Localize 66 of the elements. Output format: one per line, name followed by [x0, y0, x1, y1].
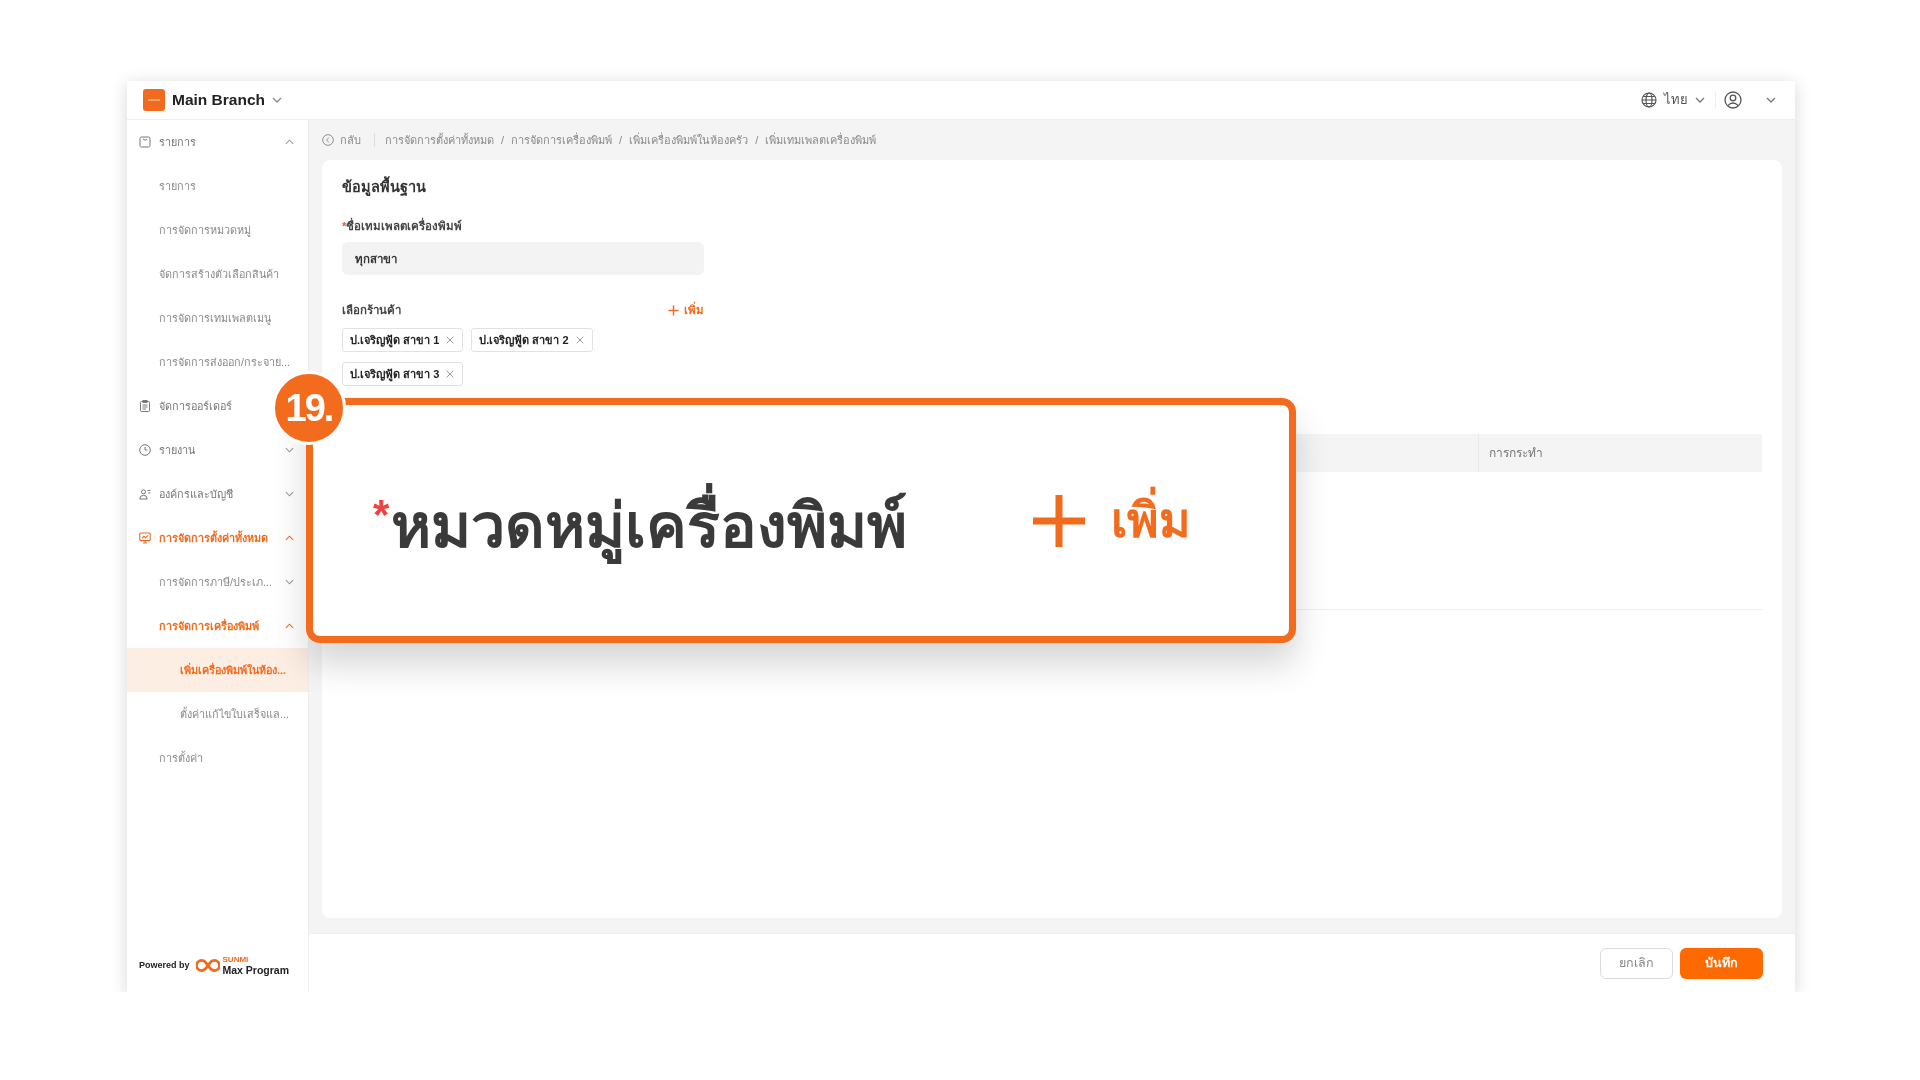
callout-label: $^{*}$หมวดหมู่เครื่องพิมพ์: [373, 472, 908, 569]
breadcrumb-link[interactable]: เพิ่มเครื่องพิมพ์ในห้องครัว: [629, 132, 749, 148]
sidebar-item[interactable]: การจัดการส่งออก/กระจาย...: [159, 354, 290, 370]
brand-logo-icon: [195, 957, 220, 973]
breadcrumb-separator: /: [755, 134, 759, 146]
tag-label: ป.เจริญฟู้ด สาขา 1: [350, 333, 440, 348]
close-icon[interactable]: [446, 370, 455, 378]
breadcrumb-separator: /: [501, 134, 505, 146]
clipboard-icon: [139, 400, 151, 412]
chevron-down-icon[interactable]: [285, 491, 294, 497]
cancel-button[interactable]: ยกเลิก: [1600, 947, 1673, 979]
back-button[interactable]: กลับ: [322, 132, 361, 148]
bag-icon: [139, 136, 151, 148]
sidebar-item[interactable]: การจัดการภาษี/ประเภ...: [159, 574, 272, 590]
input-field[interactable]: ทุกสาขา: [342, 242, 704, 275]
field-label: เลือกร้านค้า: [342, 303, 401, 318]
sidebar-item[interactable]: เพิ่มเครื่องพิมพ์ในห้อง...: [127, 648, 308, 692]
breadcrumb-link[interactable]: การจัดการเครื่องพิมพ์: [511, 132, 613, 148]
chevron-up-icon[interactable]: [285, 623, 294, 629]
sidebar-item[interactable]: การตั้งค่า: [159, 750, 203, 766]
close-icon[interactable]: [446, 336, 455, 344]
tag-label: ป.เจริญฟู้ด สาขา 3: [350, 367, 440, 382]
chevron-down-icon: [272, 97, 282, 103]
people-icon: [139, 488, 151, 500]
monitor-chart-icon: [139, 532, 151, 544]
branch-selector[interactable]: Main Branch: [172, 90, 282, 110]
chevron-down-icon[interactable]: [285, 579, 294, 585]
chevron-up-icon[interactable]: [285, 139, 294, 145]
chevron-down-icon: [1695, 97, 1705, 103]
tag-label: ป.เจริญฟู้ด สาขา 2: [479, 333, 569, 348]
sidebar-item[interactable]: จัดการออร์เดอร์: [139, 398, 232, 414]
sidebar-item[interactable]: รายการ: [139, 134, 196, 150]
sidebar-item[interactable]: การจัดการเครื่องพิมพ์: [159, 618, 259, 634]
user-menu-button[interactable]: [1724, 91, 1776, 109]
field-label: *ชื่อเทมเพลตเครื่องพิมพ์: [342, 217, 1762, 235]
brand-name: Max Program: [222, 963, 290, 976]
powered-by-text: Powered by: [139, 960, 190, 970]
brand-tag-text: SUNMI: [222, 954, 250, 964]
sidebar-item[interactable]: การจัดการตั้งค่าทั้งหมด: [139, 530, 268, 546]
sidebar-item[interactable]: การจัดการหมวดหมู่: [159, 222, 251, 238]
step-number-badge: 19.: [272, 371, 346, 445]
globe-icon: [1641, 92, 1657, 108]
language-selector[interactable]: ไทย: [1641, 91, 1705, 109]
sidebar-item[interactable]: องค์กรและบัญชี: [139, 486, 233, 502]
sidebar-item[interactable]: ตั้งค่าแก้ไขใบเสร็จแล...: [180, 706, 289, 722]
plus-icon: [1031, 492, 1088, 549]
breadcrumb-link[interactable]: เพิ่มเทมเพลตเครื่องพิมพ์: [765, 132, 877, 148]
close-icon[interactable]: [575, 336, 584, 344]
breadcrumb-separator: /: [619, 134, 623, 146]
plus-icon: [668, 304, 679, 316]
user-icon: [1724, 91, 1742, 109]
clock-icon: [139, 444, 151, 456]
sidebar-item[interactable]: จัดการสร้างตัวเลือกสินค้า: [159, 266, 279, 282]
sidebar-item[interactable]: รายงาน: [139, 442, 195, 458]
sidebar-item[interactable]: รายการ: [159, 178, 196, 194]
column-header: การกระทำ: [1489, 445, 1543, 462]
chevron-down-icon[interactable]: [285, 447, 294, 453]
add-button[interactable]: เพิ่ม: [1031, 486, 1192, 555]
add-button[interactable]: เพิ่ม: [668, 301, 704, 319]
logo-icon: [143, 89, 165, 111]
chevron-up-icon[interactable]: [285, 535, 294, 541]
sidebar-item[interactable]: การจัดการเทมเพลตเมนู: [159, 310, 271, 326]
save-button[interactable]: บันทึก: [1680, 947, 1763, 979]
chevron-down-icon: [1766, 97, 1776, 103]
section-title: ข้อมูลพื้นฐาน: [342, 176, 1762, 198]
breadcrumb-link[interactable]: การจัดการตั้งค่าทั้งหมด: [385, 132, 494, 148]
